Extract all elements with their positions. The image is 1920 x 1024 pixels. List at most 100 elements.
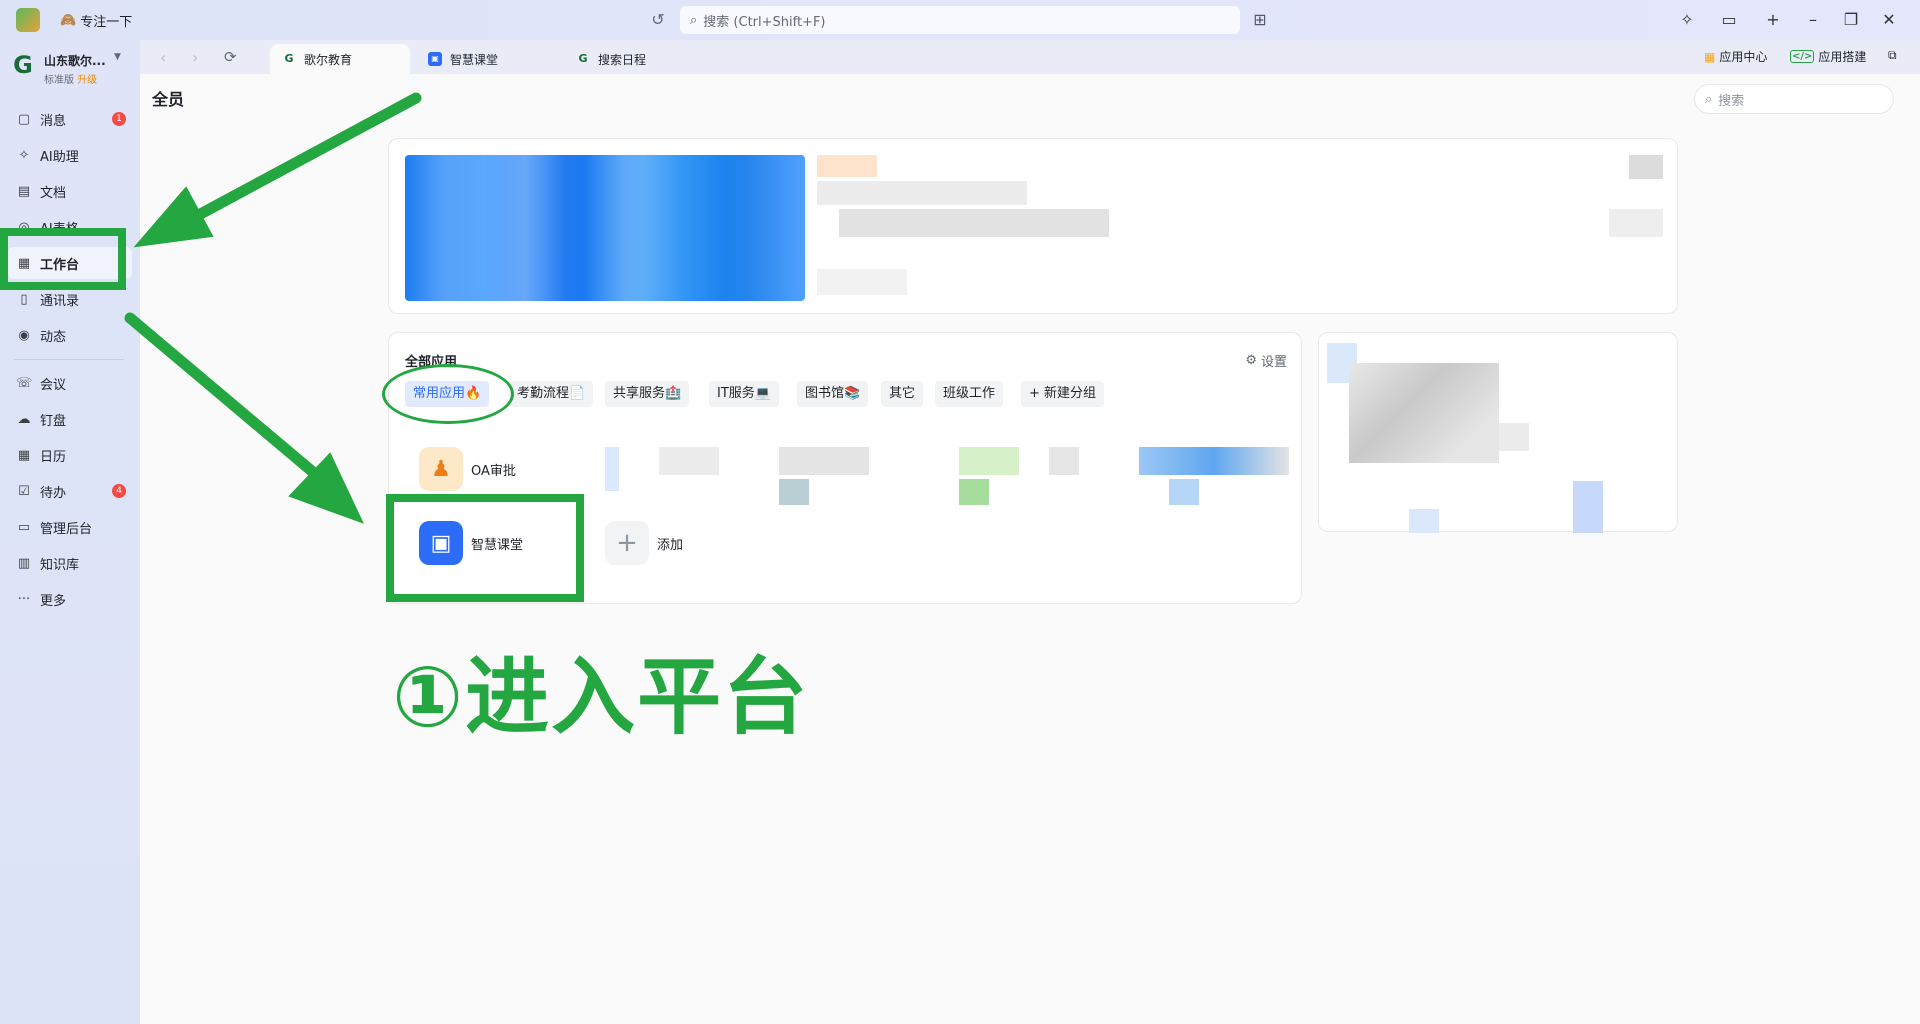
calendar-icon: ▦ [17, 447, 31, 463]
app-oa-approval[interactable]: ♟ OA审批 [419, 447, 516, 491]
monitor-icon: ▭ [17, 519, 31, 535]
blurred-app [779, 479, 809, 505]
caret-down-icon[interactable]: ▼ [114, 52, 121, 62]
category-shared-services[interactable]: 共享服务🏥 [605, 381, 690, 407]
step-annotation-text: ①进入平台 [392, 648, 810, 746]
more-icon: ··· [17, 591, 31, 607]
restore-icon[interactable]: ❐ [1838, 8, 1864, 32]
contacts-icon: ▯ [20, 291, 28, 307]
forward-arrow-icon[interactable]: › [192, 48, 198, 67]
sidebar-item-more[interactable]: ··· 更多 [8, 583, 132, 615]
browser-tab-row: ‹ › ⟳ G 歌尔教育 ▣ 智慧课堂 G 搜索日程 ▦ 应用中心 </> 应用… [140, 40, 1920, 74]
g-logo-icon: G [284, 52, 294, 65]
app-center-icon: ▦ [1704, 49, 1716, 64]
popout-icon[interactable]: ⧉ [1888, 48, 1897, 63]
page-title: 全员 [152, 90, 185, 109]
blurred-text [817, 155, 877, 177]
workbench-search-input[interactable]: ⌕ 搜索 [1694, 84, 1894, 114]
sidebar-item-todo[interactable]: ☑ 待办 4 [8, 475, 132, 507]
refresh-icon[interactable]: ⟳ [224, 48, 237, 66]
add-app-button[interactable]: + 添加 [605, 521, 683, 565]
apps-grid-icon[interactable]: ⊞ [1250, 10, 1270, 30]
title-bar: 🙈 专注一下 ↺ ⌕ 搜索 (Ctrl+Shift+F) ⊞ ✧ ▭ + – ❐… [0, 0, 1920, 40]
blurred-app [1049, 447, 1079, 475]
org-logo-icon: G [13, 51, 33, 79]
history-icon[interactable]: ↺ [648, 10, 668, 30]
plus-icon: + [605, 521, 649, 565]
banner-image[interactable] [405, 155, 805, 301]
search-icon: ⌕ [690, 12, 698, 28]
focus-status[interactable]: 🙈 专注一下 [60, 11, 132, 30]
todo-icon: ☑ [18, 483, 30, 499]
stamp-icon: ♟ [419, 447, 463, 491]
annotation-ellipse-common-apps [382, 364, 514, 424]
upgrade-link[interactable]: 升级 [77, 75, 97, 86]
banner-card [388, 138, 1678, 314]
annotation-box-smart-classroom [386, 494, 584, 602]
blurred-app [959, 479, 989, 505]
sidebar-item-docs[interactable]: ▤ 文档 [8, 175, 132, 207]
blurred-text [1629, 155, 1663, 179]
sidebar-item-messages[interactable]: ▢ 消息 1 [8, 103, 132, 135]
sliders-icon: ⚙ [1245, 353, 1257, 368]
ai-spark-icon[interactable]: ✧ [1674, 8, 1700, 32]
global-search-input[interactable]: ⌕ 搜索 (Ctrl+Shift+F) [680, 6, 1240, 34]
blurred-text [1609, 209, 1663, 237]
category-class-work[interactable]: 班级工作 [935, 381, 1004, 407]
sidebar-item-meeting[interactable]: ☏ 会议 [8, 367, 132, 399]
sidebar-item-admin[interactable]: ▭ 管理后台 [8, 511, 132, 543]
blurred-text [839, 209, 1109, 237]
sidebar-item-ai-assistant[interactable]: ✧ AI助理 [8, 139, 132, 171]
sidebar-divider [14, 359, 124, 360]
annotation-box-workbench [0, 228, 126, 290]
feed-icon: ◉ [18, 327, 30, 343]
app-logo-icon[interactable] [16, 8, 40, 32]
todo-badge: 4 [112, 484, 126, 498]
apps-settings-button[interactable]: ⚙ 设置 [1245, 351, 1287, 370]
back-arrow-icon[interactable]: ‹ [160, 48, 166, 67]
minimize-icon[interactable]: – [1800, 8, 1826, 32]
g-logo-icon: G [578, 52, 588, 65]
ai-icon: ✧ [18, 147, 30, 163]
chat-bubble-icon[interactable]: ▭ [1716, 8, 1742, 32]
app-builder-link[interactable]: </> 应用搭建 [1790, 48, 1866, 65]
app-center-link[interactable]: ▦ 应用中心 [1704, 48, 1767, 65]
blurred-text [817, 181, 1027, 205]
left-sidebar: G 山东歌尔... 标准版 升级 ▼ ▢ 消息 1 ✧ AI助理 ▤ 文档 ◎ AI表格 … [0, 40, 140, 1024]
tab-smart-classroom[interactable]: ▣ 智慧课堂 [416, 44, 510, 74]
org-plan: 标准版 升级 [44, 75, 98, 86]
category-it-services[interactable]: IT服务💻 [709, 381, 779, 407]
new-plus-icon[interactable]: + [1760, 8, 1786, 32]
focus-emoji-icon: 🙈 [60, 13, 77, 28]
classroom-icon: ▣ [428, 52, 442, 66]
cloud-icon: ☁ [17, 411, 31, 427]
message-icon: ▢ [17, 111, 31, 127]
tab-geer-education[interactable]: G 歌尔教育 [270, 44, 410, 74]
phone-icon: ☏ [16, 375, 33, 391]
blurred-app [959, 447, 1019, 475]
search-icon: ⌕ [1705, 91, 1713, 107]
code-icon: </> [1790, 50, 1815, 63]
sidebar-item-knowledge[interactable]: ▥ 知识库 [8, 547, 132, 579]
category-other[interactable]: 其它 [881, 381, 924, 407]
blurred-widget [1499, 423, 1529, 451]
blurred-text [817, 269, 907, 295]
unread-badge: 1 [112, 112, 126, 126]
blurred-widget [1349, 363, 1499, 463]
new-group-button[interactable]: + 新建分组 [1021, 381, 1105, 407]
category-library[interactable]: 图书馆📚 [797, 381, 869, 407]
sidebar-item-feed[interactable]: ◉ 动态 [8, 319, 132, 351]
blurred-app [1169, 479, 1199, 505]
tab-search-schedule[interactable]: G 搜索日程 [564, 44, 658, 74]
blurred-app [659, 447, 719, 475]
org-switcher[interactable]: G 山东歌尔... 标准版 升级 [10, 52, 106, 86]
close-icon[interactable]: ✕ [1876, 8, 1902, 32]
doc-icon: ▤ [17, 183, 31, 199]
sidebar-item-drive[interactable]: ☁ 钉盘 [8, 403, 132, 435]
sidebar-item-calendar[interactable]: ▦ 日历 [8, 439, 132, 471]
category-attendance[interactable]: 考勤流程📄 [509, 381, 594, 407]
blurred-widget [1573, 481, 1603, 533]
book-icon: ▥ [17, 555, 31, 571]
blurred-app [779, 447, 869, 475]
side-widget-card [1318, 332, 1678, 533]
